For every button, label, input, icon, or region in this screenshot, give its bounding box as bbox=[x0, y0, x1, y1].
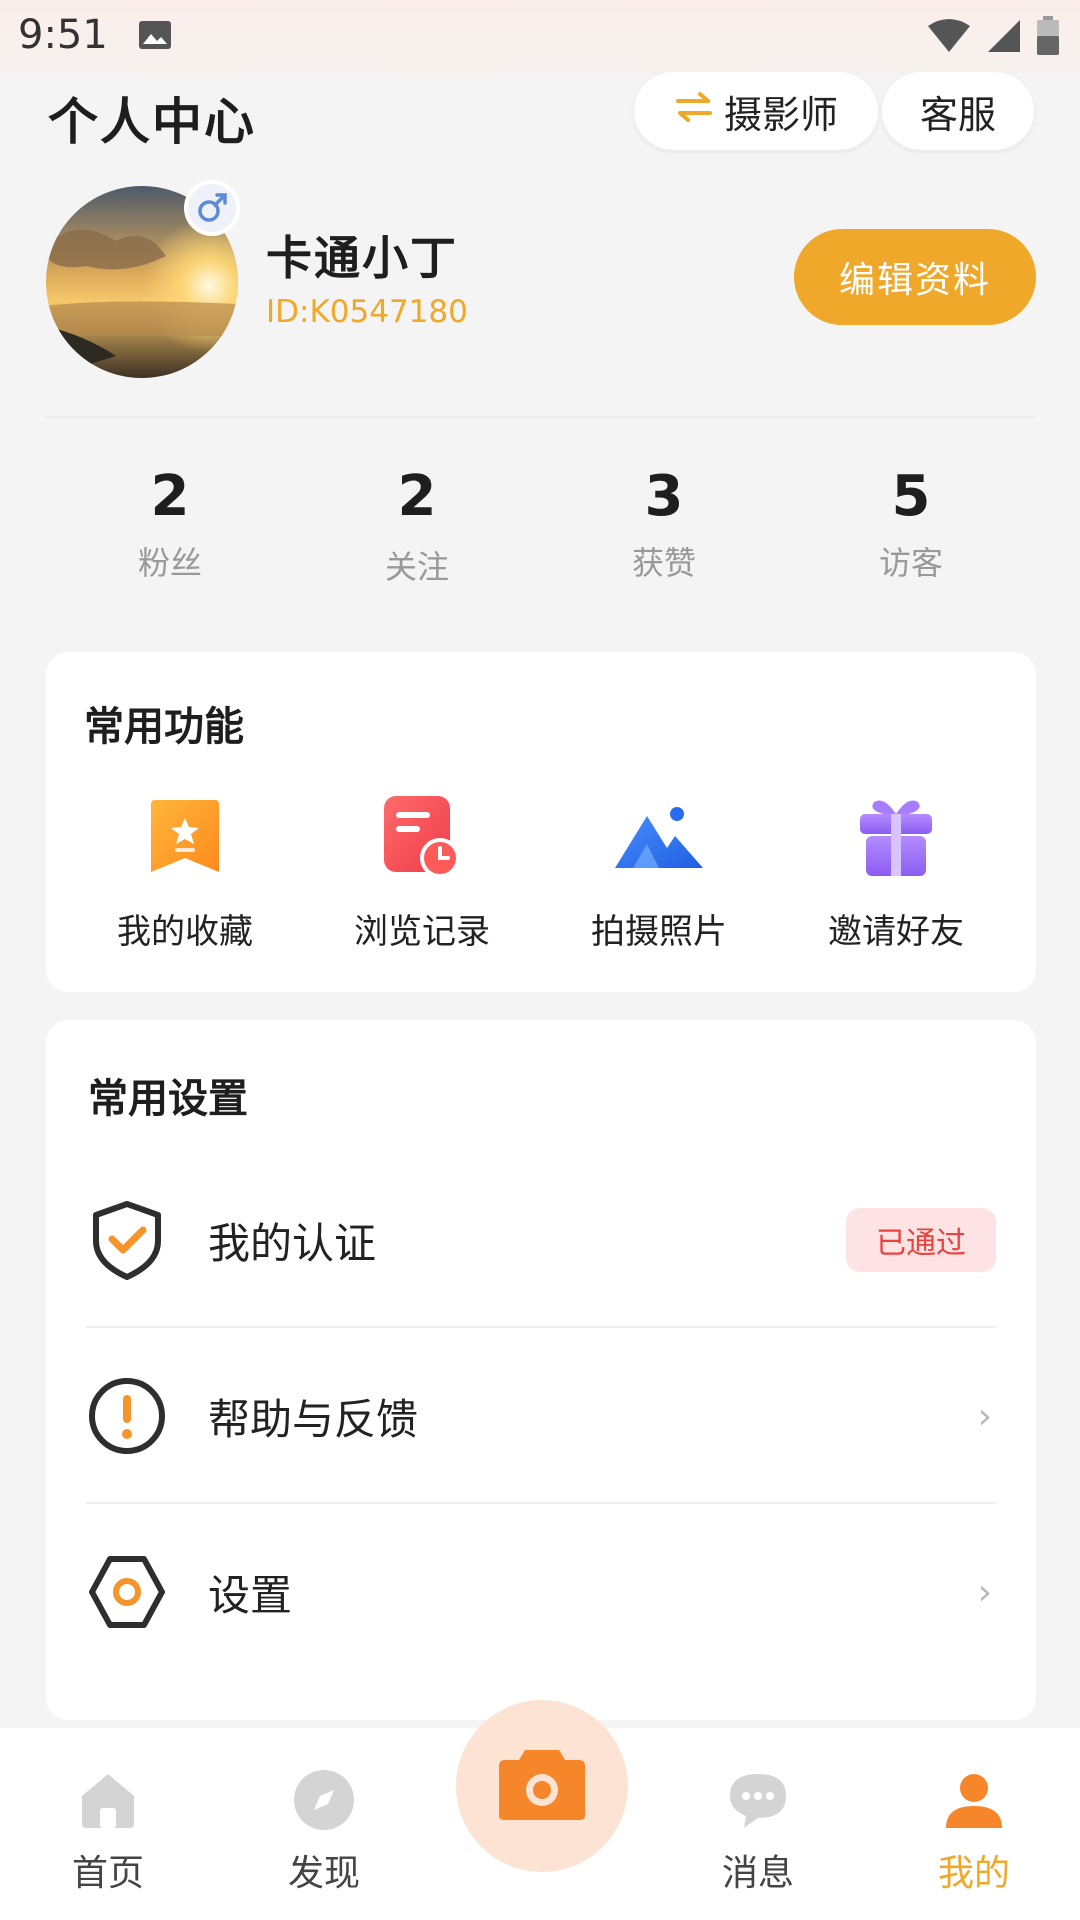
nav-label: 我的 bbox=[937, 1853, 1010, 1894]
hexagon-settings-icon bbox=[86, 1551, 168, 1633]
user-icon bbox=[942, 1768, 1006, 1832]
nav-label: 发现 bbox=[287, 1853, 360, 1894]
stat-following[interactable]: 2 关注 bbox=[317, 462, 517, 588]
exclamation-circle-icon bbox=[86, 1375, 168, 1457]
nav-home[interactable]: 首页 bbox=[28, 1768, 188, 1896]
edit-profile-button[interactable]: 编辑资料 bbox=[794, 229, 1036, 325]
gift-icon bbox=[856, 794, 936, 878]
username: 卡通小丁 bbox=[266, 231, 458, 285]
stat-value: 2 bbox=[150, 464, 190, 529]
status-time: 9:51 bbox=[18, 12, 108, 58]
mountain-photo-icon bbox=[615, 794, 703, 878]
settings-row-label: 设置 bbox=[208, 1570, 293, 1620]
switch-photographer-button[interactable]: 摄影师 bbox=[634, 72, 878, 150]
status-icons bbox=[926, 16, 1060, 60]
stat-label: 获赞 bbox=[631, 544, 696, 582]
settings-row-settings[interactable]: 设置 › bbox=[86, 1504, 996, 1680]
func-label: 浏览记录 bbox=[354, 912, 490, 952]
switch-arrows-icon bbox=[674, 89, 714, 133]
stat-likes[interactable]: 3 获赞 bbox=[564, 462, 764, 584]
chevron-right-icon: › bbox=[977, 1395, 992, 1437]
nav-mine[interactable]: 我的 bbox=[894, 1768, 1054, 1896]
male-gender-icon bbox=[184, 180, 240, 236]
stat-value: 2 bbox=[397, 464, 437, 529]
nav-label: 首页 bbox=[71, 1853, 144, 1894]
page-title: 个人中心 bbox=[48, 93, 256, 151]
settings-row-label: 我的认证 bbox=[208, 1218, 377, 1268]
customer-service-button[interactable]: 客服 bbox=[882, 72, 1034, 150]
stat-label: 访客 bbox=[878, 544, 943, 582]
nav-messages[interactable]: 消息 bbox=[678, 1768, 838, 1896]
nav-discover[interactable]: 发现 bbox=[244, 1768, 404, 1896]
invite-friends-button[interactable]: 邀请好友 bbox=[777, 794, 1015, 953]
divider bbox=[46, 416, 1034, 418]
cellular-signal-icon bbox=[986, 18, 1022, 58]
chevron-right-icon: › bbox=[977, 1571, 992, 1613]
user-id: ID:K0547180 bbox=[266, 294, 468, 330]
stat-label: 粉丝 bbox=[137, 544, 202, 582]
shield-check-icon bbox=[86, 1199, 168, 1281]
favorites-icon bbox=[145, 794, 225, 878]
func-label: 拍摄照片 bbox=[591, 912, 727, 952]
settings-row-help-feedback[interactable]: 帮助与反馈 › bbox=[86, 1328, 996, 1504]
settings-row-label: 帮助与反馈 bbox=[208, 1394, 419, 1444]
stat-fans[interactable]: 2 粉丝 bbox=[70, 462, 270, 584]
stat-value: 3 bbox=[644, 464, 684, 529]
take-photo-button[interactable]: 拍摄照片 bbox=[540, 794, 778, 953]
status-badge: 已通过 bbox=[846, 1208, 996, 1272]
common-functions-title: 常用功能 bbox=[84, 704, 244, 750]
my-favorites-button[interactable]: 我的收藏 bbox=[66, 794, 304, 953]
home-icon bbox=[76, 1768, 140, 1832]
stat-value: 5 bbox=[891, 464, 931, 529]
func-label: 我的收藏 bbox=[117, 912, 253, 952]
camera-button[interactable] bbox=[456, 1700, 628, 1872]
nav-label: 消息 bbox=[721, 1853, 794, 1894]
common-settings-title: 常用设置 bbox=[88, 1076, 248, 1122]
settings-row-certification[interactable]: 我的认证 已通过 bbox=[86, 1152, 996, 1328]
history-icon bbox=[382, 794, 462, 878]
camera-icon bbox=[497, 1746, 587, 1826]
battery-icon bbox=[1036, 16, 1060, 60]
stat-visitors[interactable]: 5 访客 bbox=[811, 462, 1011, 584]
func-label: 邀请好友 bbox=[828, 912, 964, 952]
wifi-icon bbox=[926, 18, 972, 58]
compass-icon bbox=[292, 1768, 356, 1832]
image-notification-icon bbox=[138, 20, 172, 50]
switch-photographer-label: 摄影师 bbox=[723, 92, 838, 137]
browse-history-button[interactable]: 浏览记录 bbox=[303, 794, 541, 953]
stat-label: 关注 bbox=[384, 548, 449, 586]
chat-icon bbox=[726, 1768, 790, 1832]
